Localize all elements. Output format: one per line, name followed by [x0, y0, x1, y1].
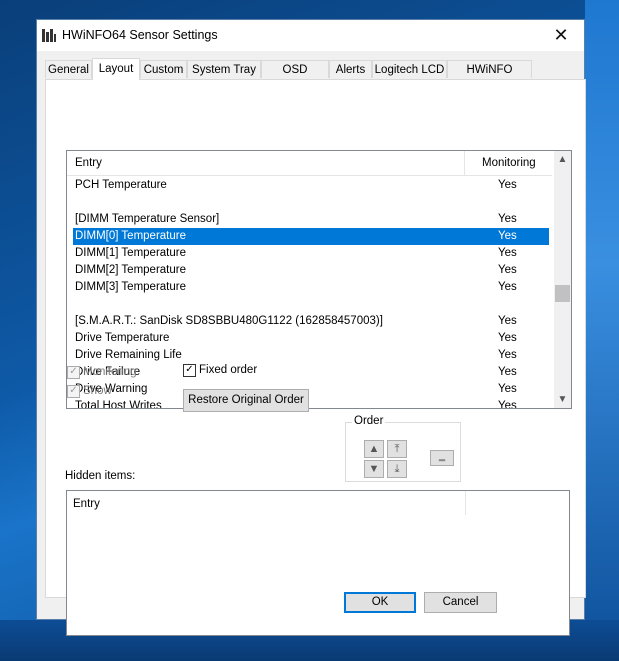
desktop-wallpaper — [585, 0, 619, 661]
list-item[interactable]: PCH Temperature Yes — [73, 177, 549, 194]
layout-tab-panel: Entry Monitoring PCH Temperature Yes [DIM… — [45, 79, 586, 636]
entry-label: Drive Temperature — [75, 332, 170, 344]
move-top-icon[interactable]: ⤒ — [387, 440, 407, 458]
monitoring-value: Yes — [498, 230, 517, 242]
sensor-entry-list[interactable]: Entry Monitoring PCH Temperature Yes [DIM… — [66, 150, 572, 409]
list-item[interactable]: Drive Warning Yes — [73, 381, 549, 398]
monitoring-value: Yes — [498, 349, 517, 361]
list-item[interactable]: [S.M.A.R.T.: SanDisk SD8SBBU480G1122 (16… — [73, 313, 549, 330]
column-header-entry[interactable]: Entry — [75, 157, 102, 169]
entry-label: Total Host Writes — [75, 400, 162, 409]
hidden-column-header-entry[interactable]: Entry — [73, 498, 100, 510]
list-item[interactable]: DIMM[1] Temperature Yes — [73, 245, 549, 262]
entry-label: DIMM[1] Temperature — [75, 247, 186, 259]
monitoring-value: Yes — [498, 366, 517, 378]
checkbox-check-icon: ✓ — [67, 385, 80, 398]
move-down-icon[interactable]: ▼ — [364, 460, 384, 478]
title-bar[interactable]: HWiNFO64 Sensor Settings ✕ — [37, 20, 584, 51]
order-extra-button[interactable]: ‗ — [430, 450, 454, 466]
scroll-thumb[interactable] — [555, 285, 570, 302]
hidden-items-list[interactable]: Entry — [66, 490, 570, 636]
list-item[interactable]: Drive Failure Yes — [73, 364, 549, 381]
tab-system-tray[interactable]: System Tray — [187, 60, 261, 78]
entry-label: [DIMM Temperature Sensor] — [75, 213, 220, 225]
scroll-up-icon[interactable]: ▲ — [554, 154, 571, 165]
monitoring-value: Yes — [498, 213, 517, 225]
entry-label: Drive Remaining Life — [75, 349, 182, 361]
column-divider[interactable] — [465, 491, 466, 515]
column-header-monitoring[interactable]: Monitoring — [482, 157, 536, 169]
monitoring-value: Yes — [498, 400, 517, 409]
monitoring-value: Yes — [498, 179, 517, 191]
order-group-label: Order — [352, 415, 386, 427]
column-divider[interactable] — [464, 151, 465, 175]
entry-label: PCH Temperature — [75, 179, 167, 191]
tab-layout[interactable]: Layout — [92, 58, 140, 80]
tab-alerts[interactable]: Alerts — [329, 60, 372, 78]
entry-label: DIMM[3] Temperature — [75, 281, 186, 293]
hwinfo-app-icon — [42, 29, 56, 42]
list-item[interactable] — [73, 296, 549, 313]
checkbox-check-icon: ✓ — [67, 366, 80, 379]
checkbox-check-icon: ✓ — [183, 364, 196, 377]
tab-hwinfo-gadget[interactable]: HWiNFO Gadget — [447, 60, 532, 94]
entry-label: DIMM[2] Temperature — [75, 264, 186, 276]
hidden-items-label: Hidden items: — [65, 470, 136, 482]
list-item-selected[interactable]: DIMM[0] Temperature Yes — [73, 228, 549, 245]
tab-custom[interactable]: Custom — [140, 60, 187, 78]
window-title: HWiNFO64 Sensor Settings — [62, 28, 218, 42]
monitoring-checkbox-label: Monitoring — [83, 366, 137, 378]
monitoring-value: Yes — [498, 332, 517, 344]
ok-button[interactable]: OK — [344, 592, 416, 613]
settings-window: HWiNFO64 Sensor Settings ✕ General Layou… — [36, 19, 586, 636]
list-item[interactable] — [73, 194, 549, 211]
list-item[interactable]: DIMM[2] Temperature Yes — [73, 262, 549, 279]
close-button[interactable]: ✕ — [538, 20, 584, 51]
move-up-icon[interactable]: ▲ — [364, 440, 384, 458]
show-checkbox-label: Show — [83, 385, 112, 397]
monitoring-value: Yes — [498, 247, 517, 259]
entry-label: [S.M.A.R.T.: SanDisk SD8SBBU480G1122 (16… — [75, 315, 383, 327]
monitoring-value: Yes — [498, 315, 517, 327]
entry-label: DIMM[0] Temperature — [75, 230, 186, 242]
tab-osd-rtss[interactable]: OSD (RTSS) — [261, 60, 329, 94]
scroll-down-icon[interactable]: ▼ — [554, 394, 571, 405]
tab-general[interactable]: General — [45, 60, 92, 78]
tab-logitech-lcd[interactable]: Logitech LCD — [372, 60, 447, 78]
cancel-button[interactable]: Cancel — [424, 592, 497, 613]
order-group: Order ▲ ⤒ ▼ ⤓ ‗ — [345, 415, 461, 482]
list-item[interactable]: Drive Temperature Yes — [73, 330, 549, 347]
list-item[interactable]: DIMM[3] Temperature Yes — [73, 279, 549, 296]
list-item[interactable]: Drive Remaining Life Yes — [73, 347, 549, 364]
restore-original-order-button[interactable]: Restore Original Order — [183, 389, 309, 412]
list-vertical-scrollbar[interactable]: ▲ ▼ — [554, 151, 571, 408]
move-bottom-icon[interactable]: ⤓ — [387, 460, 407, 478]
monitoring-value: Yes — [498, 264, 517, 276]
list-item[interactable]: Total Host Writes Yes — [73, 398, 549, 409]
monitoring-value: Yes — [498, 383, 517, 395]
monitoring-value: Yes — [498, 281, 517, 293]
list-header: Entry Monitoring — [67, 151, 552, 176]
list-item[interactable]: [DIMM Temperature Sensor] Yes — [73, 211, 549, 228]
fixed-order-checkbox-label: Fixed order — [199, 364, 258, 376]
